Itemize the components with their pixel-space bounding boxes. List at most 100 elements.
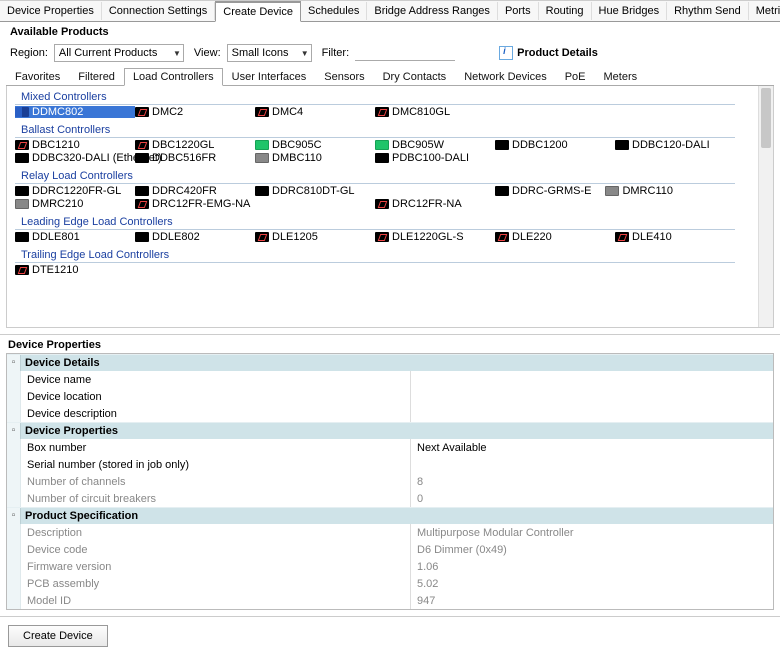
prop-row[interactable]: Serial number (stored in job only) (7, 456, 773, 473)
chevron-down-icon: ▼ (167, 49, 181, 58)
prop-key: Serial number (stored in job only) (21, 456, 411, 473)
product-group: DDRC1220FR-GLDDRC420FR DDRC810DT-GL DDRC-G… (15, 185, 765, 210)
product-item[interactable]: DDLE802 (135, 231, 255, 243)
product-item[interactable]: DMBC110 (255, 152, 375, 164)
product-icon (375, 232, 389, 242)
product-item[interactable]: DDBC1200 (495, 139, 615, 151)
product-item[interactable]: DRC12FR-EMG-NA (135, 198, 255, 210)
create-device-button[interactable]: Create Device (8, 625, 108, 647)
product-icon (15, 140, 29, 150)
indent (7, 524, 21, 541)
prop-row[interactable]: Box numberNext Available (7, 439, 773, 456)
product-item[interactable]: DBC1220GL (135, 139, 255, 151)
prop-value[interactable]: Next Available (411, 442, 773, 454)
prop-value: 5.02 (411, 578, 773, 590)
main-tab-hue-bridges[interactable]: Hue Bridges (592, 2, 668, 20)
product-item[interactable]: DDLE801 (15, 231, 135, 243)
product-item[interactable]: DRC12FR-NA (375, 198, 495, 210)
product-item[interactable]: PDBC100-DALI (375, 152, 495, 164)
prop-category[interactable]: ▫Product Specification (7, 507, 773, 524)
sub-tab-favorites[interactable]: Favorites (6, 68, 69, 85)
product-item[interactable]: DBC905C (255, 139, 375, 151)
prop-row: Number of channels8 (7, 473, 773, 490)
prop-value: D6 Dimmer (0x49) (411, 544, 773, 556)
main-tab-schedules[interactable]: Schedules (301, 2, 367, 20)
product-item[interactable]: DMC2 (135, 106, 255, 118)
product-item[interactable]: DDRC810DT-GL (255, 185, 375, 197)
scrollbar-thumb[interactable] (761, 88, 771, 148)
product-label: DLE410 (632, 231, 672, 243)
indent (7, 405, 21, 422)
sub-tab-poe[interactable]: PoE (556, 68, 595, 85)
sub-tab-meters[interactable]: Meters (595, 68, 647, 85)
info-icon (499, 46, 513, 60)
prop-row[interactable]: Device name (7, 371, 773, 388)
collapse-icon[interactable]: ▫ (7, 508, 21, 524)
product-item[interactable]: DDBC516FR (135, 152, 255, 164)
product-item[interactable]: DBC905W (375, 139, 495, 151)
indent (7, 490, 21, 507)
product-label: DDRC810DT-GL (272, 185, 355, 197)
region-combo[interactable]: All Current Products ▼ (54, 44, 184, 62)
product-item[interactable]: DBC1210 (15, 139, 135, 151)
main-tab-device-properties[interactable]: Device Properties (0, 2, 102, 20)
product-item[interactable]: DLE410 (615, 231, 735, 243)
product-label: DDLE802 (152, 231, 200, 243)
sub-tab-user-interfaces[interactable]: User Interfaces (223, 68, 316, 85)
scrollbar[interactable] (758, 86, 773, 327)
product-item[interactable]: DTE1210 (15, 264, 135, 276)
sub-tab-load-controllers[interactable]: Load Controllers (124, 68, 223, 86)
product-item[interactable]: DDMC802 (15, 106, 135, 118)
prop-row: Number of circuit breakers0 (7, 490, 773, 507)
collapse-icon[interactable]: ▫ (7, 355, 21, 371)
product-label: DRC12FR-EMG-NA (152, 198, 250, 210)
product-label: DTE1210 (32, 264, 78, 276)
prop-category[interactable]: ▫Device Properties (7, 422, 773, 439)
sub-tab-network-devices[interactable]: Network Devices (455, 68, 556, 85)
sub-tab-filtered[interactable]: Filtered (69, 68, 124, 85)
product-item[interactable]: DDBC320-DALI (Ethernet) (15, 152, 135, 164)
view-combo[interactable]: Small Icons ▼ (227, 44, 312, 62)
sub-tab-dry-contacts[interactable]: Dry Contacts (374, 68, 456, 85)
product-item[interactable]: DLE1205 (255, 231, 375, 243)
prop-row[interactable]: Device location (7, 388, 773, 405)
main-tab-ports[interactable]: Ports (498, 2, 539, 20)
prop-key: Firmware version (21, 558, 411, 575)
main-tab-connection-settings[interactable]: Connection Settings (102, 2, 215, 20)
filter-row: Region: All Current Products ▼ View: Sma… (0, 40, 780, 66)
main-tab-rhythm-send[interactable]: Rhythm Send (667, 2, 749, 20)
prop-category[interactable]: ▫Device Details (7, 354, 773, 371)
product-group: DDMC802DMC2DMC4 DMC810GL (15, 106, 765, 118)
view-label: View: (194, 47, 221, 59)
product-icon (135, 232, 149, 242)
product-label: DLE1220GL-S (392, 231, 464, 243)
main-tab-routing[interactable]: Routing (539, 2, 592, 20)
product-details-link[interactable]: Product Details (499, 46, 598, 60)
collapse-icon[interactable]: ▫ (7, 423, 21, 439)
product-item[interactable]: DMRC210 (15, 198, 135, 210)
product-item (255, 198, 375, 210)
prop-category-label: Product Specification (21, 510, 138, 522)
filter-input[interactable] (355, 45, 455, 61)
product-item[interactable]: DLE220 (495, 231, 615, 243)
product-label: DMC810GL (392, 106, 450, 118)
product-item[interactable]: DMC810GL (375, 106, 495, 118)
main-tab-metrics[interactable]: Metrics (749, 2, 780, 20)
sub-tab-sensors[interactable]: Sensors (315, 68, 373, 85)
prop-row[interactable]: Device description (7, 405, 773, 422)
main-tab-bridge-address-ranges[interactable]: Bridge Address Ranges (367, 2, 498, 20)
product-item[interactable]: DDRC420FR (135, 185, 255, 197)
product-item[interactable]: DLE1220GL-S (375, 231, 495, 243)
product-item[interactable]: DMC4 (255, 106, 375, 118)
group-header: Mixed Controllers (15, 88, 735, 105)
product-item[interactable]: DDRC-GRMS-EDMRC110 (495, 185, 735, 197)
product-icon (135, 153, 149, 163)
main-tab-create-device[interactable]: Create Device (215, 1, 301, 22)
product-label: DMRC210 (32, 198, 83, 210)
product-item[interactable]: DDBC120-DALI (615, 139, 735, 151)
product-icon (255, 186, 269, 196)
product-group: DBC1210DBC1220GLDBC905CDBC905WDDBC1200DD… (15, 139, 765, 164)
product-item[interactable]: DDRC1220FR-GL (15, 185, 135, 197)
product-icon (255, 232, 269, 242)
prop-key: Number of channels (21, 473, 411, 490)
